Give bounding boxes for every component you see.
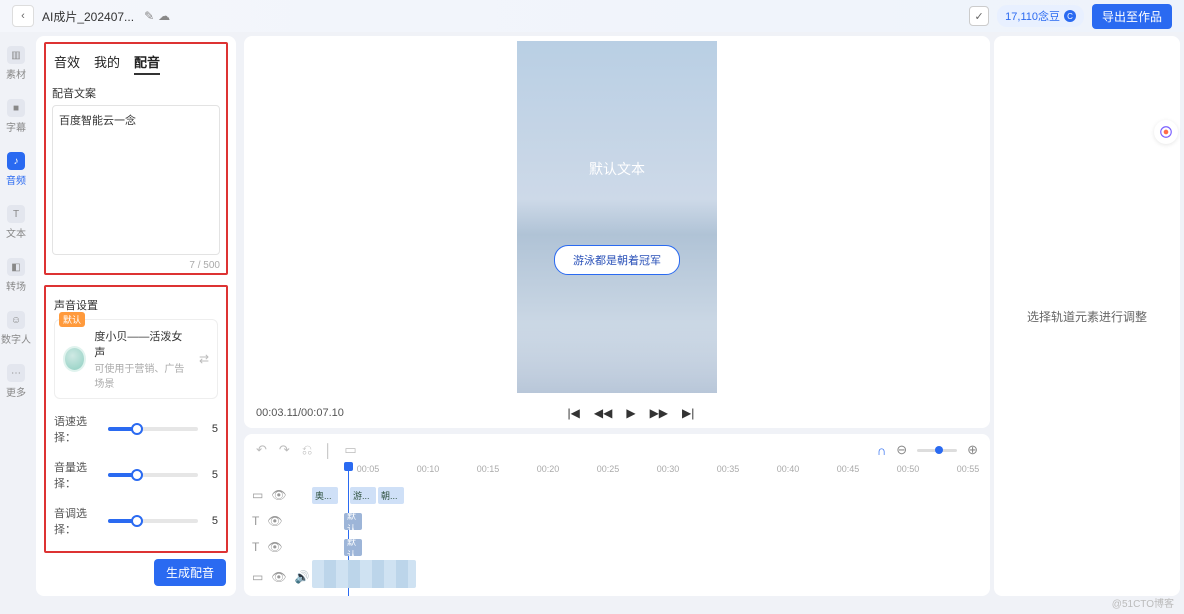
skip-start-icon[interactable]: |◀ (568, 406, 580, 420)
zoom-out-icon[interactable]: ⊖ (896, 442, 907, 458)
speed-slider-row: 语速选择： 5 (54, 413, 218, 445)
eye-icon[interactable]: 👁 (267, 540, 282, 554)
sidenav-text[interactable]: T文本 (6, 205, 26, 240)
cut-icon[interactable]: ⎌ (302, 442, 312, 458)
voice-badge: 默认 (59, 312, 85, 327)
voice-selector[interactable]: 默认 度小贝——活泼女声 可使用于营销、广告场景 ⇄ (54, 319, 218, 399)
text-track-icon[interactable]: T (252, 514, 259, 528)
sidenav-subtitle[interactable]: ■字幕 (6, 99, 26, 134)
clip[interactable]: 游... (350, 487, 376, 504)
eye-icon[interactable]: 👁 (267, 514, 282, 528)
audio-panel: 音效 我的 配音 配音文案 7 / 500 声音设置 默认 度小贝——活泼女声 … (36, 36, 236, 596)
back-button[interactable]: ‹ (12, 5, 34, 27)
time-display: 00:03.11/00:07.10 (256, 407, 344, 419)
tab-mine[interactable]: 我的 (94, 52, 120, 75)
pitch-slider-row: 音调选择： 5 (54, 505, 218, 537)
sidenav-material[interactable]: ▥素材 (6, 46, 26, 81)
zoom-slider[interactable] (917, 449, 957, 452)
char-counter: 7 / 500 (52, 260, 220, 271)
credits-badge[interactable]: 17,110念豆 C (997, 5, 1084, 27)
rewind-icon[interactable]: ◀◀ (594, 406, 612, 420)
project-title: AI成片_202407... (42, 8, 134, 25)
forward-icon[interactable]: ▶▶ (650, 406, 668, 420)
text-track-icon[interactable]: T (252, 540, 259, 554)
check-icon[interactable]: ✓ (969, 6, 989, 26)
properties-panel: 选择轨道元素进行调整 (994, 36, 1180, 596)
default-text: 默认文本 (589, 159, 645, 179)
undo-icon[interactable]: ↶ (256, 442, 267, 458)
voice-desc: 可使用于营销、广告场景 (94, 360, 191, 390)
generate-button[interactable]: 生成配音 (154, 559, 226, 586)
watermark: @51CTO博客 (1112, 595, 1174, 610)
clip[interactable]: 奥... (312, 487, 338, 504)
edit-icon[interactable]: ✎ (144, 9, 154, 23)
credits-icon: C (1064, 10, 1076, 22)
tab-voiceover[interactable]: 配音 (134, 52, 160, 75)
clip[interactable]: 默认 (344, 539, 362, 556)
split-icon[interactable]: │ (324, 443, 332, 458)
delete-icon[interactable]: ▭ (344, 442, 356, 458)
redo-icon[interactable]: ↷ (279, 442, 290, 458)
assistant-icon[interactable] (1154, 120, 1178, 144)
sidenav: ▥素材 ■字幕 ♪音频 T文本 ◧转场 ☺数字人 ⋯更多 (0, 32, 32, 600)
voice-section-label: 声音设置 (54, 297, 218, 313)
pitch-slider[interactable] (108, 519, 198, 523)
properties-placeholder: 选择轨道元素进行调整 (1027, 308, 1147, 325)
sidenav-avatar[interactable]: ☺数字人 (1, 311, 31, 346)
voice-avatar (63, 346, 86, 372)
clip[interactable]: 朝... (378, 487, 404, 504)
zoom-in-icon[interactable]: ⊕ (967, 442, 978, 458)
play-icon[interactable]: ▶ (626, 406, 635, 420)
video-clip[interactable] (312, 560, 416, 588)
eye-icon[interactable]: 👁 (271, 488, 286, 502)
video-track-icon[interactable]: ▭ (252, 570, 263, 584)
topbar: ‹ AI成片_202407... ✎ ☁ ✓ 17,110念豆 C 导出至作品 (0, 0, 1184, 32)
speed-slider[interactable] (108, 427, 198, 431)
script-input[interactable] (52, 105, 220, 255)
swap-icon[interactable]: ⇄ (199, 352, 209, 366)
tab-sfx[interactable]: 音效 (54, 52, 80, 75)
sidenav-transition[interactable]: ◧转场 (6, 258, 26, 293)
clip[interactable]: 默认 (344, 513, 362, 530)
timeline-pane: ↶ ↷ ⎌ │ ▭ ∩ ⊖ ⊕ 00:0500:1000:1500:2000:2… (244, 434, 990, 596)
eye-icon[interactable]: 👁 (271, 570, 286, 584)
volume-slider[interactable] (108, 473, 198, 477)
sidenav-more[interactable]: ⋯更多 (6, 364, 26, 399)
cloud-icon[interactable]: ☁ (158, 9, 170, 23)
export-button[interactable]: 导出至作品 (1092, 4, 1172, 29)
preview-canvas: 默认文本 游泳都是朝着冠军 (517, 41, 717, 393)
skip-end-icon[interactable]: ▶| (682, 406, 694, 420)
voice-name: 度小贝——活泼女声 (94, 328, 191, 360)
volume-slider-row: 音量选择： 5 (54, 459, 218, 491)
magnet-icon[interactable]: ∩ (877, 443, 886, 458)
track-icon[interactable]: ▭ (252, 488, 263, 502)
audio-tabs: 音效 我的 配音 (52, 48, 220, 81)
script-label: 配音文案 (52, 85, 220, 101)
preview-pane: 默认文本 游泳都是朝着冠军 00:03.11/00:07.10 |◀ ◀◀ ▶ … (244, 36, 990, 428)
timeline-ruler[interactable]: 00:0500:1000:1500:2000:2500:3000:3500:40… (308, 464, 982, 480)
subtitle-bubble: 游泳都是朝着冠军 (554, 245, 680, 275)
credits-value: 17,110念豆 (1005, 8, 1060, 24)
sidenav-audio[interactable]: ♪音频 (6, 152, 26, 187)
